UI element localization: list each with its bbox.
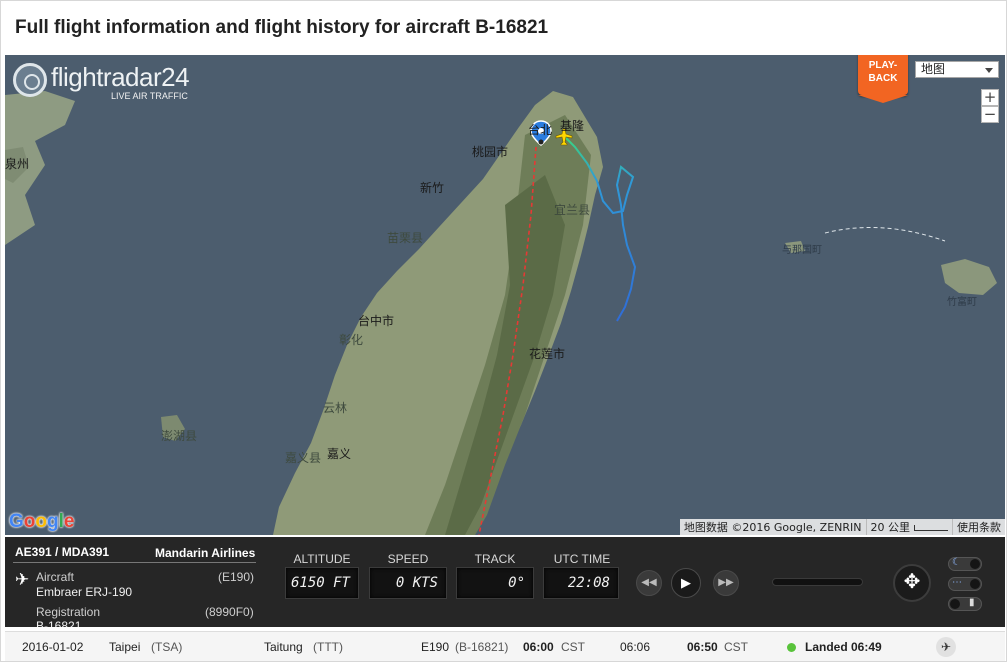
radar-icon <box>13 63 47 97</box>
altitude-value: 6150 FT <box>285 567 359 599</box>
moon-icon: ☾ <box>952 557 961 568</box>
terms-link[interactable]: 使用条款 <box>953 519 1005 535</box>
place-yunlin: 云林 <box>323 401 348 415</box>
aircraft-label: Aircraft <box>36 570 75 584</box>
history-date: 2016-01-02 <box>22 640 84 654</box>
flightradar24-logo: flightradar24 LIVE AIR TRAFFIC <box>11 59 211 107</box>
fast-forward-button[interactable]: ▶▶ <box>713 570 739 596</box>
scale-bar <box>914 525 948 531</box>
history-from-code: (TSA) <box>151 640 183 654</box>
night-mode-toggle[interactable]: ☾ <box>948 557 982 571</box>
place-changhua: 彰化 <box>339 333 364 347</box>
place-taoyuan: 桃园市 <box>472 145 509 159</box>
track-value: 0° <box>456 567 534 599</box>
registration-code: (8990F0) <box>205 605 254 619</box>
place-taipei: 台北 <box>528 123 553 137</box>
divider <box>13 562 256 563</box>
history-atd: 06:06 <box>620 640 651 654</box>
history-to-code: (TTT) <box>313 640 343 654</box>
place-chiayi: 嘉义 <box>327 447 352 461</box>
place-taketomi: 竹富町 <box>947 297 977 308</box>
altitude-label: ALTITUDE <box>293 552 351 566</box>
history-registration: (B-16821) <box>455 640 509 654</box>
page-title: Full flight information and flight histo… <box>15 17 549 38</box>
page-frame: Full flight information and flight histo… <box>0 0 1007 662</box>
history-sta-tz: CST <box>724 640 748 654</box>
map-data-credit: 地图数据 ©2016 Google, ZENRIN <box>680 519 867 535</box>
airplane-icon: ✈ <box>15 570 30 589</box>
track-label: TRACK <box>474 552 516 566</box>
speed-label: SPEED <box>387 552 429 566</box>
utc-time-value: 22:08 <box>543 567 619 599</box>
history-sta: 06:50 <box>687 640 718 654</box>
place-quanzhou: 泉州 <box>5 157 30 171</box>
map-scale: 20 公里 <box>867 519 953 535</box>
speed-value: 0 KTS <box>369 567 447 599</box>
history-aircraft-type: E190 <box>421 640 450 654</box>
map-type-select[interactable]: 地图 <box>915 61 999 78</box>
place-hsinchu: 新竹 <box>420 181 445 195</box>
history-std-tz: CST <box>561 640 585 654</box>
place-yilan: 宜兰县 <box>554 203 591 217</box>
view-flight-icon[interactable]: ✈ <box>936 637 956 657</box>
utc-time-label: UTC TIME <box>553 552 611 566</box>
status-dot-icon <box>787 643 796 652</box>
flight-map[interactable]: 基隆 台北 桃园市 新竹 宜兰县 苗栗县 台中市 彰化 花莲市 云林 嘉义 嘉义… <box>5 55 1005 535</box>
playback-button[interactable]: PLAY- BACK <box>858 55 908 103</box>
place-yonaguni: 与那国町 <box>782 245 822 256</box>
place-chiayi-county: 嘉义县 <box>285 451 322 465</box>
map-terrain <box>5 91 997 535</box>
aircraft-model: Embraer ERJ-190 <box>36 585 133 599</box>
map-type-value: 地图 <box>921 62 946 76</box>
registration-label: Registration <box>36 605 101 619</box>
chart-toggle[interactable]: ▮ <box>948 597 982 611</box>
place-penghu: 澎湖县 <box>161 429 198 443</box>
dashes-icon: ⋯ <box>952 577 962 588</box>
zoom-in-button[interactable]: + <box>981 89 999 106</box>
rewind-button[interactable]: ◀◀ <box>636 570 662 596</box>
history-from-city: Taipei <box>109 640 141 654</box>
place-keelung: 基隆 <box>560 119 585 133</box>
flight-history-row[interactable]: 2016-01-02 Taipei (TSA) Taitung (TTT) E1… <box>5 631 1005 661</box>
place-miaoli: 苗栗县 <box>387 231 424 245</box>
history-to-city: Taitung <box>264 640 303 654</box>
airline-name: Mandarin Airlines <box>155 546 256 560</box>
history-std: 06:00 <box>523 640 554 654</box>
map-attribution: 地图数据 ©2016 Google, ZENRIN 20 公里 使用条款 <box>679 519 1005 535</box>
bar-chart-icon: ▮ <box>969 597 975 608</box>
logo-brand: flightradar24 <box>51 62 190 92</box>
place-hualien: 花莲市 <box>529 347 566 361</box>
registration-value: B-16821 <box>36 619 82 627</box>
logo-tagline: LIVE AIR TRAFFIC <box>111 91 188 101</box>
aircraft-code: (E190) <box>218 570 255 584</box>
place-taichung: 台中市 <box>358 314 395 328</box>
playback-progress-slider[interactable] <box>772 578 863 586</box>
history-status: Landed 06:49 <box>805 640 882 654</box>
play-button[interactable]: ▶ <box>671 568 701 598</box>
google-logo: Google <box>9 511 75 532</box>
flight-ids: AE391 / MDA391 <box>15 545 110 559</box>
route-toggle[interactable]: ⋯ <box>948 577 982 591</box>
zoom-out-button[interactable]: − <box>981 106 999 123</box>
flight-info-panel: AE391 / MDA391 Mandarin Airlines ✈ Aircr… <box>5 537 1005 627</box>
chevron-down-icon <box>985 68 993 73</box>
center-map-button[interactable]: ✥ <box>893 564 931 602</box>
map-scale-label: 20 公里 <box>870 521 911 534</box>
